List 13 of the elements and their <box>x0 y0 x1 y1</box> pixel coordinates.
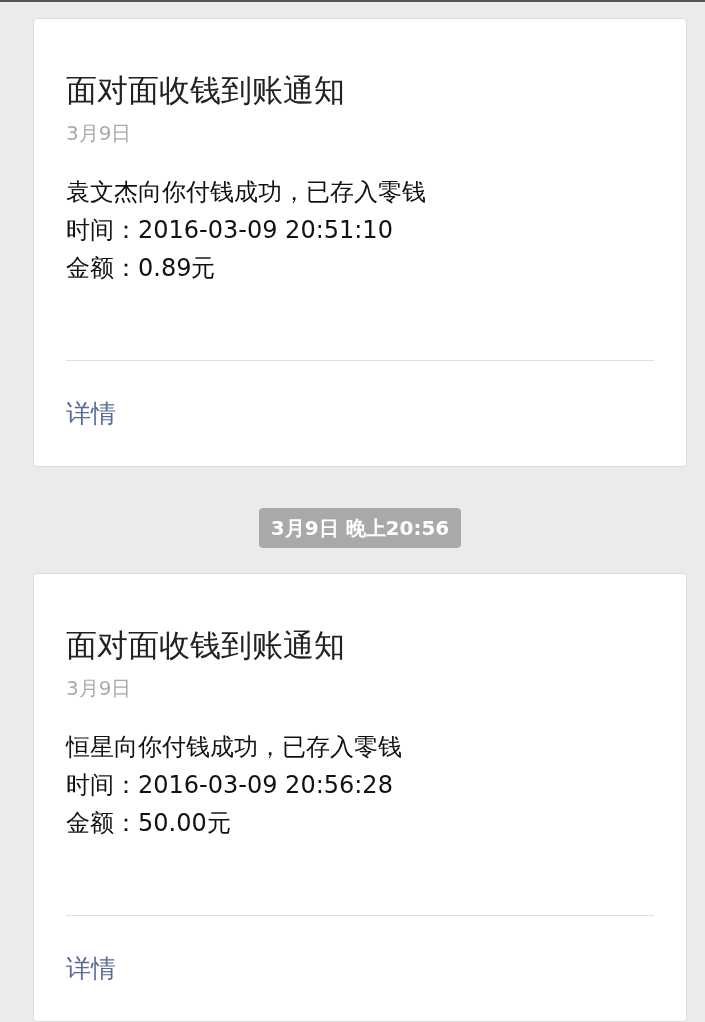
card-date: 3月9日 <box>66 675 133 702</box>
card-date: 3月9日 <box>66 120 133 147</box>
card-title: 面对面收钱到账通知 <box>66 71 346 110</box>
message-line: 恒星向你付钱成功，已存入零钱 <box>66 732 403 763</box>
details-link[interactable]: 详情 <box>66 396 116 430</box>
message-line: 袁文杰向你付钱成功，已存入零钱 <box>66 177 427 208</box>
card-title: 面对面收钱到账通知 <box>66 626 346 665</box>
timestamp-label: 3月9日 晚上20:56 <box>258 508 462 548</box>
message-line: 金额：0.89元 <box>66 253 217 284</box>
message-line: 金额：50.00元 <box>66 808 232 839</box>
message-line: 时间：2016-03-09 20:51:10 <box>66 215 394 246</box>
message-line: 时间：2016-03-09 20:56:28 <box>66 770 394 801</box>
details-link[interactable]: 详情 <box>66 951 116 985</box>
